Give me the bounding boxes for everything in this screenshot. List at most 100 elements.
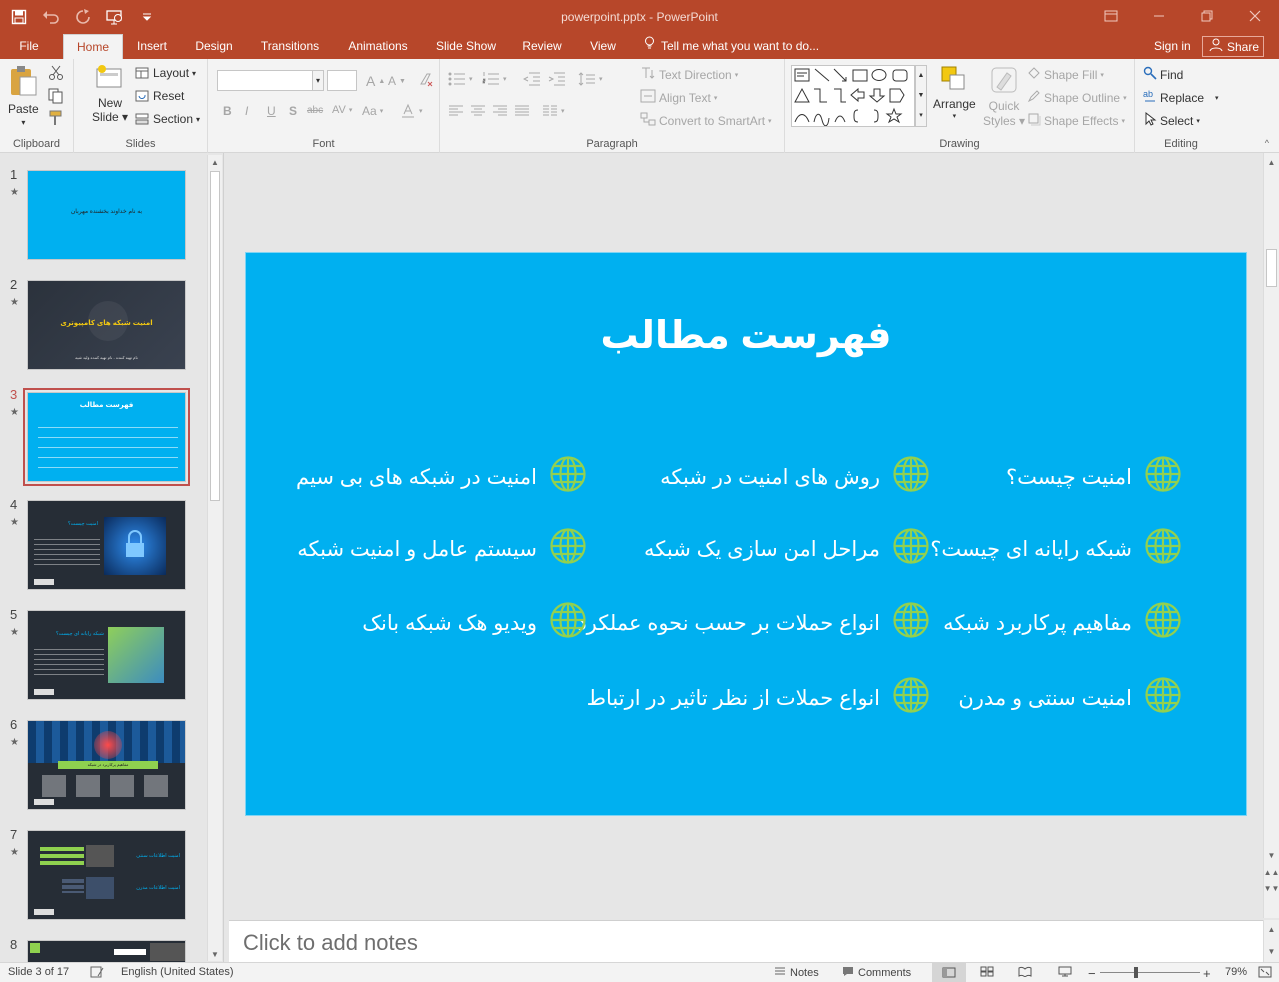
normal-view-icon[interactable] (932, 963, 966, 982)
toc-item[interactable]: انواع حملات بر حسب نحوه عملکرد (577, 601, 930, 645)
slide-thumbnail[interactable]: امنیت چیست؟ (27, 500, 186, 590)
clear-formatting-icon[interactable] (418, 72, 434, 88)
notes-placeholder[interactable]: Click to add notes (243, 930, 418, 956)
zoom-slider[interactable] (1100, 972, 1200, 973)
align-left-icon[interactable] (448, 105, 464, 117)
next-slide-icon[interactable]: ▼▼ (1264, 881, 1279, 895)
select-button[interactable]: Select ▾ (1143, 111, 1200, 129)
sign-in-link[interactable]: Sign in (1154, 34, 1191, 59)
close-icon[interactable] (1231, 0, 1279, 32)
shrink-font-icon[interactable]: A ▼ (388, 74, 406, 88)
change-case-button[interactable]: Aa ▾ (362, 104, 383, 118)
notes-toggle[interactable]: Notes (774, 966, 819, 979)
zoom-in-icon[interactable]: + (1203, 966, 1211, 981)
align-right-icon[interactable] (492, 105, 508, 117)
new-slide-button[interactable]: New Slide ▾ (92, 63, 128, 124)
spell-check-icon[interactable] (90, 966, 104, 978)
numbering-icon[interactable]: ▾ (482, 72, 507, 86)
slide-thumbnail[interactable]: امنیت اطلاعات سنتی امنیت اطلاعات مدرن (27, 830, 186, 920)
scrollbar-thumb[interactable] (1266, 249, 1277, 287)
shape-outline-button[interactable]: Shape Outline ▾ (1027, 89, 1127, 106)
copy-icon[interactable] (48, 88, 66, 104)
toc-item[interactable]: امنیت چیست؟ (1006, 455, 1182, 499)
layout-button[interactable]: Layout ▾ (134, 65, 196, 81)
scroll-up-icon[interactable]: ▲ (1264, 922, 1279, 936)
align-center-icon[interactable] (470, 105, 486, 117)
slide-thumbnail[interactable]: مفاهیم پرکاربرد در شبکه (27, 720, 186, 810)
toc-item[interactable]: روش های امنیت در شبکه (660, 455, 930, 499)
shape-effects-button[interactable]: Shape Effects ▾ (1027, 112, 1125, 129)
font-color-icon[interactable]: ▾ (400, 103, 423, 119)
bold-button[interactable]: B (223, 104, 232, 118)
slide-thumbnail[interactable]: به نام خداوند بخشنده مهربان (27, 170, 186, 260)
quick-styles-button[interactable]: Quick Styles ▾ (983, 65, 1025, 128)
increase-indent-icon[interactable] (548, 72, 566, 86)
thumbnail-scrollbar[interactable]: ▲ ▼ (207, 155, 222, 961)
toc-item[interactable]: مفاهیم پرکاربرد شبکه (943, 601, 1182, 645)
fit-slide-icon[interactable] (1258, 966, 1272, 978)
strikethrough-button[interactable]: abc (307, 105, 323, 116)
slide-show-icon[interactable] (1058, 966, 1072, 977)
toc-item[interactable]: سیستم عامل و امنیت شبکه (297, 527, 587, 571)
shape-fill-button[interactable]: Shape Fill ▾ (1027, 66, 1104, 83)
restore-icon[interactable] (1183, 0, 1231, 32)
columns-icon[interactable]: ▾ (542, 105, 565, 117)
underline-button[interactable]: U (267, 104, 276, 118)
scroll-down-icon[interactable]: ▼ (1264, 944, 1279, 958)
font-name-chevron-icon[interactable]: ▾ (312, 70, 324, 91)
tab-home[interactable]: Home (63, 34, 123, 59)
scrollbar-thumb[interactable] (210, 171, 220, 501)
previous-slide-icon[interactable]: ▲▲ (1264, 865, 1279, 879)
align-text-button[interactable]: Align Text ▾ (640, 89, 717, 106)
tab-review[interactable]: Review (515, 34, 569, 59)
find-button[interactable]: Find (1143, 66, 1183, 83)
scroll-up-icon[interactable]: ▲ (1264, 155, 1279, 169)
toc-item[interactable]: امنیت سنتی و مدرن (958, 676, 1182, 720)
scroll-up-icon[interactable]: ▲ (208, 155, 222, 169)
toc-item[interactable]: امنیت در شبکه های بی سیم (296, 455, 587, 499)
arrange-button[interactable]: Arrange ▾ (933, 65, 976, 120)
slide-sorter-icon[interactable] (980, 966, 994, 977)
justify-icon[interactable] (514, 105, 530, 117)
toc-item[interactable]: شبکه رایانه ای چیست؟ (930, 527, 1182, 571)
slide-title[interactable]: فهرست مطالب (246, 313, 1246, 358)
bullets-icon[interactable]: ▾ (448, 72, 473, 86)
toc-item[interactable]: ویدیو هک شبکه بانک (362, 601, 587, 645)
decrease-indent-icon[interactable] (523, 72, 541, 86)
slide-thumbnail[interactable] (27, 940, 186, 962)
convert-to-smartart-button[interactable]: Convert to SmartArt ▾ (640, 112, 772, 129)
zoom-slider-handle[interactable] (1134, 967, 1138, 978)
tab-animations[interactable]: Animations (340, 34, 416, 59)
tab-transitions[interactable]: Transitions (253, 34, 327, 59)
scroll-down-icon[interactable]: ▼ (208, 947, 222, 961)
slide-thumbnail[interactable]: شبکه رایانه ای چیست؟ (27, 610, 186, 700)
font-name-dropdown[interactable] (217, 70, 313, 91)
slide-thumbnail[interactable]: امنیت شبکه های کامپیوتری نام تهیه کننده … (27, 280, 186, 370)
line-spacing-icon[interactable]: ▾ (578, 72, 603, 86)
shapes-gallery[interactable] (791, 65, 915, 127)
zoom-out-icon[interactable]: − (1088, 966, 1096, 981)
character-spacing-button[interactable]: AV ▾ (332, 104, 352, 116)
grow-font-icon[interactable]: A ▲ (366, 73, 385, 89)
comments-toggle[interactable]: Comments (842, 966, 911, 980)
section-button[interactable]: Section ▾ (134, 111, 200, 127)
language-indicator[interactable]: English (United States) (121, 966, 234, 978)
minimize-icon[interactable] (1135, 0, 1183, 32)
notes-pane[interactable]: Click to add notes (229, 920, 1263, 962)
font-size-dropdown[interactable] (327, 70, 357, 91)
toc-item[interactable]: مراحل امن سازی یک شبکه (644, 527, 930, 571)
cut-icon[interactable] (48, 65, 64, 81)
text-direction-button[interactable]: Text Direction ▾ (640, 66, 738, 83)
tab-file[interactable]: File (8, 34, 50, 59)
zoom-level[interactable]: 79% (1225, 966, 1247, 978)
format-painter-icon[interactable] (48, 110, 64, 126)
share-button[interactable]: Share (1202, 36, 1264, 57)
slide-scrollbar[interactable]: ▲ ▼ ▲▲ ▼▼ (1263, 153, 1279, 918)
tab-insert[interactable]: Insert (130, 34, 174, 59)
scroll-down-icon[interactable]: ▼ (1264, 848, 1279, 862)
paste-button[interactable]: Paste ▾ (8, 65, 39, 127)
tab-design[interactable]: Design (190, 34, 238, 59)
reset-button[interactable]: Reset (134, 88, 184, 104)
current-slide[interactable]: فهرست مطالب امنیت چیست؟ شبکه رایانه ای چ… (245, 252, 1247, 816)
italic-button[interactable]: I (245, 104, 248, 118)
